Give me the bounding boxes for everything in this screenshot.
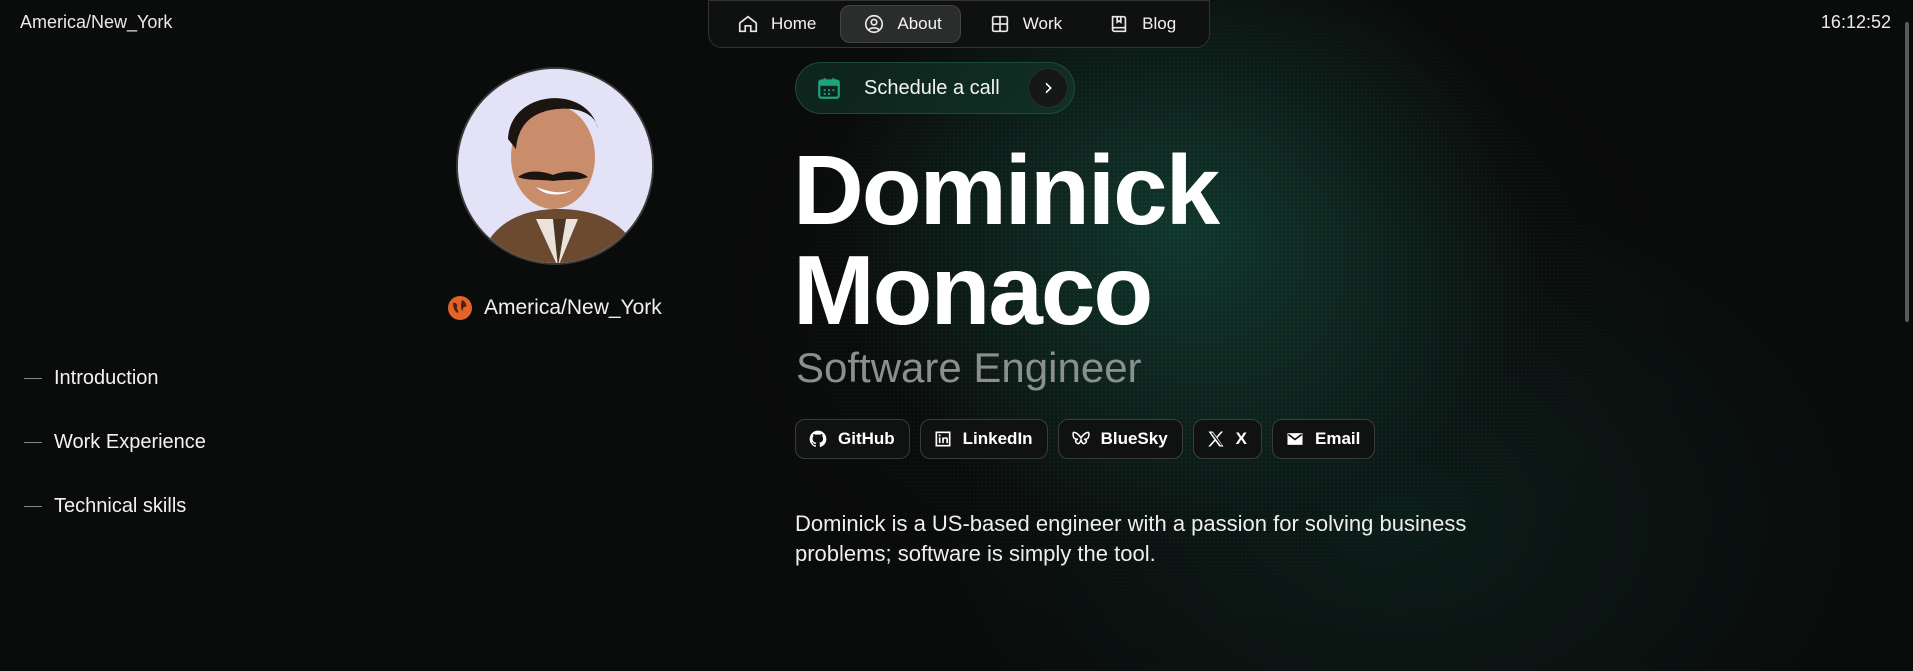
header-timezone: America/New_York [20,12,173,32]
toc-item-work-experience[interactable]: Work Experience [24,431,206,454]
nav-home-label: Home [771,14,817,33]
x-button[interactable]: X [1192,419,1262,459]
user-circle-icon [865,14,884,34]
scrollbar[interactable] [1905,22,1909,322]
toc-item-label: Technical skills [54,495,187,517]
schedule-call-label: Schedule a call [864,76,1000,99]
bluesky-icon [1071,431,1090,445]
home-icon [738,15,758,33]
nav-home[interactable]: Home [715,5,834,43]
toc-item-label: Introduction [54,367,159,389]
toc-item-technical-skills[interactable]: Technical skills [24,495,186,518]
nav-about-label: About [897,14,942,33]
chevron-right-icon [1028,68,1068,108]
nav-work-label: Work [1022,14,1063,33]
linkedin-icon [935,431,951,447]
hero-first-name: Dominick [793,135,1220,245]
grid-icon [991,15,1008,33]
email-icon [1287,433,1303,445]
avatar-portrait [458,69,652,263]
email-label: Email [1315,429,1361,448]
calendar-icon [818,78,840,99]
hero-last-name: Monaco [793,235,1153,345]
globe-icon [448,296,472,320]
toc-item-introduction[interactable]: Introduction [24,367,159,390]
x-icon [1207,431,1224,447]
linkedin-label: LinkedIn [962,429,1033,448]
github-icon [809,430,827,448]
profile-location: America/New_York [448,296,662,320]
nav-blog-label: Blog [1142,14,1177,33]
hero-name: Dominick Monaco [793,135,1220,345]
bluesky-button[interactable]: BlueSky [1057,419,1183,459]
nav-work[interactable]: Work [967,5,1080,43]
github-button[interactable]: GitHub [795,419,910,459]
toc-dash [24,378,42,379]
email-button[interactable]: Email [1272,419,1376,459]
profile-location-label: America/New_York [484,296,662,319]
linkedin-button[interactable]: LinkedIn [919,419,1048,459]
toc-item-label: Work Experience [54,431,206,453]
nav-about[interactable]: About [840,5,961,43]
toc-dash [24,442,42,443]
x-label: X [1235,429,1247,448]
schedule-call-button[interactable]: Schedule a call [795,62,1075,114]
nav-blog[interactable]: Blog [1086,5,1194,43]
github-label: GitHub [838,429,895,448]
main-nav: Home About Work Blog [708,0,1210,48]
book-icon [1111,15,1127,33]
toc-dash [24,506,42,507]
avatar [456,67,654,265]
intro-text: Dominick is a US-based engineer with a p… [795,511,1467,566]
header-clock: 16:12:52 [1820,12,1891,32]
social-links: GitHub LinkedIn BlueSky X Email [795,419,1376,459]
bluesky-label: BlueSky [1100,429,1168,448]
hero-role: Software Engineer [796,344,1142,391]
